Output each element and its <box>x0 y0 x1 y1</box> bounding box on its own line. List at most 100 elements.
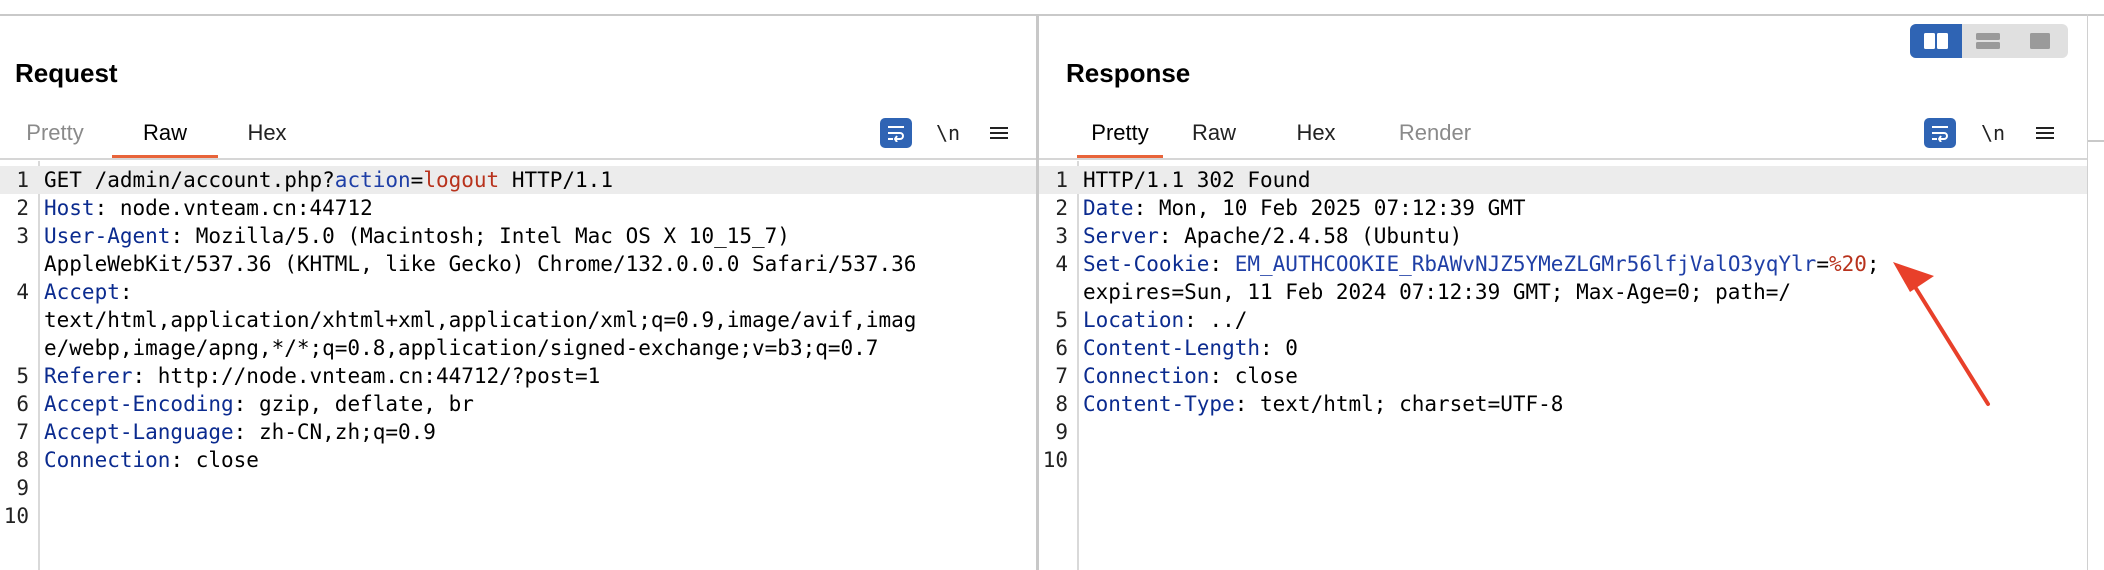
code-token: Content-Type <box>1083 392 1235 416</box>
code-token: text/html,application/xhtml+xml,applicat… <box>44 308 917 332</box>
word-wrap-button[interactable] <box>1924 118 1956 148</box>
code-text: Content-Type: text/html; charset=UTF-8 <box>1083 390 1563 418</box>
code-token: : Mon, 10 Feb 2025 07:12:39 GMT <box>1133 196 1526 220</box>
line-number: 4 <box>1055 252 1068 276</box>
code-token: Connection <box>44 448 171 472</box>
code-token: Connection <box>1083 364 1210 388</box>
line-number: 8 <box>1055 392 1068 416</box>
code-token: ; <box>1866 252 1880 276</box>
code-token: : close <box>1209 364 1298 388</box>
code-token: Server <box>1083 224 1159 248</box>
line-number: 2 <box>16 196 29 220</box>
right-edge-strip <box>2087 14 2088 570</box>
code-token: = <box>410 168 424 192</box>
line-number: 1 <box>1055 168 1068 192</box>
code-line: expires=Sun, 11 Feb 2024 07:12:39 GMT; M… <box>1039 278 2087 306</box>
code-token: %20 <box>1828 252 1867 276</box>
code-token: = <box>1816 252 1829 276</box>
code-line: 8 Connection: close <box>0 446 1036 474</box>
code-text: Server: Apache/2.4.58 (Ubuntu) <box>1083 222 1462 250</box>
tab-hex[interactable]: Hex <box>234 107 300 159</box>
code-token: : zh-CN,zh;q=0.9 <box>233 420 436 444</box>
line-number: 7 <box>16 420 29 444</box>
request-editor[interactable]: 1 GET /admin/account.php?action=logout HT… <box>0 161 1036 570</box>
code-text: expires=Sun, 11 Feb 2024 07:12:39 GMT; M… <box>1083 278 1791 306</box>
code-line: 3 Server: Apache/2.4.58 (Ubuntu) <box>1039 222 2087 250</box>
code-text: e/webp,image/apng,*/*;q=0.8,application/… <box>44 334 878 362</box>
hamburger-menu-icon <box>990 127 1008 139</box>
show-newlines-button[interactable]: \n <box>1977 118 2009 148</box>
code-line: 2 Date: Mon, 10 Feb 2025 07:12:39 GMT <box>1039 194 2087 222</box>
tab-render[interactable]: Render <box>1387 107 1483 159</box>
tab-pretty[interactable]: Pretty <box>12 107 98 159</box>
request-lines: 1 GET /admin/account.php?action=logout HT… <box>0 166 1036 530</box>
code-token: : Apache/2.4.58 (Ubuntu) <box>1158 224 1463 248</box>
code-line: 6 Content-Length: 0 <box>1039 334 2087 362</box>
code-text: Location: ../ <box>1083 306 1247 334</box>
hamburger-menu-icon <box>2036 127 2054 139</box>
code-token: AppleWebKit/537.36 (KHTML, like Gecko) C… <box>44 252 917 276</box>
line-number: 4 <box>16 280 29 304</box>
code-token: : <box>119 280 133 304</box>
code-token: HTTP/1.1 302 Found <box>1083 168 1311 192</box>
code-line: 10 <box>0 502 1036 530</box>
tab-pretty[interactable]: Pretty <box>1077 107 1163 159</box>
code-token: : ../ <box>1184 308 1248 332</box>
code-line: AppleWebKit/537.36 (KHTML, like Gecko) C… <box>0 250 1036 278</box>
code-token: : close <box>170 448 259 472</box>
wrap-text-icon <box>1932 126 1948 142</box>
code-line: 5 Referer: http://node.vnteam.cn:44712/?p… <box>0 362 1036 390</box>
line-number: 8 <box>16 448 29 472</box>
code-text: Accept-Language: zh-CN,zh;q=0.9 <box>44 418 436 446</box>
code-token: Referer <box>44 364 133 388</box>
response-menu-button[interactable] <box>2029 118 2061 148</box>
code-token: : 0 <box>1260 336 1298 360</box>
code-text: Connection: close <box>44 446 259 474</box>
code-token: Accept-Encoding <box>44 392 234 416</box>
line-number: 3 <box>1055 224 1068 248</box>
show-newlines-button[interactable]: \n <box>932 118 964 148</box>
code-token: HTTP/1.1 <box>499 168 613 192</box>
code-line: 1 GET /admin/account.php?action=logout HT… <box>0 166 1036 194</box>
code-text: AppleWebKit/537.36 (KHTML, like Gecko) C… <box>44 250 916 278</box>
code-token: : text/html; charset=UTF-8 <box>1234 392 1564 416</box>
code-line: e/webp,image/apng,*/*;q=0.8,application/… <box>0 334 1036 362</box>
word-wrap-button[interactable] <box>880 118 912 148</box>
code-line: text/html,application/xhtml+xml,applicat… <box>0 306 1036 334</box>
code-text: text/html,application/xhtml+xml,applicat… <box>44 306 916 334</box>
request-menu-button[interactable] <box>983 118 1015 148</box>
code-text: Accept: <box>44 278 133 306</box>
code-token: : gzip, deflate, br <box>233 392 474 416</box>
code-text: Content-Length: 0 <box>1083 334 1298 362</box>
code-token: : Mozilla/5.0 (Macintosh; Intel Mac OS X… <box>170 224 790 248</box>
tab-raw[interactable]: Raw <box>1181 107 1247 159</box>
line-number: 9 <box>1055 420 1068 444</box>
code-token: Content-Length <box>1083 336 1261 360</box>
line-number: 6 <box>1055 336 1068 360</box>
line-number: 5 <box>1055 308 1068 332</box>
code-line: 4 Set-Cookie: EM_AUTHCOOKIE_RbAWvNJZ5YMeZ… <box>1039 250 2087 278</box>
code-token: Host <box>44 196 95 220</box>
code-text: User-Agent: Mozilla/5.0 (Macintosh; Inte… <box>44 222 790 250</box>
tab-raw[interactable]: Raw <box>112 107 218 159</box>
response-editor[interactable]: 1 HTTP/1.1 302 Found 2 Date: Mon, 10 Feb 20… <box>1039 161 2087 570</box>
code-line: 7 Accept-Language: zh-CN,zh;q=0.9 <box>0 418 1036 446</box>
code-token: EM_AUTHCOOKIE_RbAWvNJZ5YMeZLGMr56lfjValO… <box>1234 252 1817 276</box>
tab-hex[interactable]: Hex <box>1283 107 1349 159</box>
code-token: Location <box>1083 308 1185 332</box>
code-line: 10 <box>1039 446 2087 474</box>
code-token: Set-Cookie <box>1083 252 1210 276</box>
line-number: 7 <box>1055 364 1068 388</box>
code-token: e/webp,image/apng,*/*;q=0.8,application/… <box>44 336 879 360</box>
code-line: 8 Content-Type: text/html; charset=UTF-8 <box>1039 390 2087 418</box>
request-title: Request <box>15 58 118 88</box>
line-number: 1 <box>16 168 29 192</box>
code-text: HTTP/1.1 302 Found <box>1083 166 1311 194</box>
code-line: 5 Location: ../ <box>1039 306 2087 334</box>
line-number: 3 <box>16 224 29 248</box>
code-token: logout <box>423 168 500 192</box>
code-line: 9 <box>0 474 1036 502</box>
wrap-text-icon <box>888 126 904 142</box>
code-token: GET /admin/account.php? <box>44 168 335 192</box>
code-token: Accept-Language <box>44 420 234 444</box>
